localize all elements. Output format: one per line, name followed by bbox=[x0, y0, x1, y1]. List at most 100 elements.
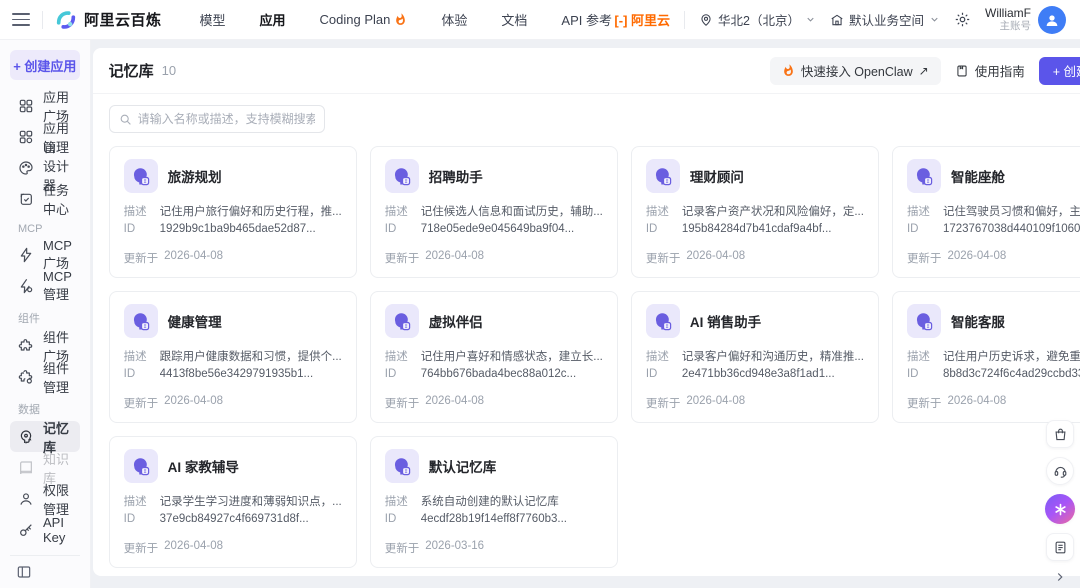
sidebar-item-permission[interactable]: 权限管理 bbox=[10, 483, 80, 517]
memory-card-icon bbox=[645, 304, 680, 338]
id-label: ID bbox=[123, 368, 136, 380]
memory-card[interactable]: 智能客服 描述 记住用户历史诉求，避免重复询问... ID 8b8d3c724f… bbox=[891, 291, 1080, 423]
memory-card-id-row: ID 1929b9c1ba9b465dae52d87... bbox=[124, 221, 342, 238]
memory-card[interactable]: 旅游规划 描述 记住用户旅行偏好和历史行程，推... ID 1929b9c1ba… bbox=[108, 146, 357, 278]
updated-label: 更新于 bbox=[645, 253, 681, 265]
memory-card-title: 虚拟伴侣 bbox=[428, 315, 483, 330]
settings-gear-icon[interactable] bbox=[954, 11, 971, 28]
memory-card-id-row: ID 1723767038d440109f1060f... bbox=[907, 221, 1080, 238]
create-app-button[interactable]: + 创建应用 bbox=[10, 50, 80, 80]
nav-experience[interactable]: 体验 bbox=[441, 10, 467, 29]
sidebar-item-comp-market[interactable]: 组件广场 bbox=[10, 330, 80, 364]
memory-card-desc-row: 描述 记录客户偏好和沟通历史，精准推... bbox=[646, 349, 864, 366]
divider bbox=[684, 10, 686, 29]
memory-card-icon bbox=[123, 159, 158, 193]
lightning-icon bbox=[18, 247, 34, 263]
memory-card-desc: 记住用户历史诉求，避免重复询问... bbox=[942, 351, 1080, 363]
memory-card-desc-row: 描述 跟踪用户健康数据和习惯，提供个... bbox=[124, 349, 342, 366]
gift-bag-icon[interactable] bbox=[1046, 420, 1074, 448]
sidebar-item-task-center[interactable]: 任务中心 bbox=[10, 183, 80, 217]
desc-label: 描述 bbox=[123, 206, 147, 218]
desc-label: 描述 bbox=[645, 206, 669, 218]
region-selector[interactable]: 华北2（北京） bbox=[699, 10, 816, 29]
memory-card[interactable]: 默认记忆库 描述 系统自动创建的默认记忆库 ID 4ecdf28b19f14ef… bbox=[369, 436, 618, 568]
brand-title: 阿里云百炼 bbox=[84, 12, 162, 29]
memory-card-desc: 跟踪用户健康数据和习惯，提供个... bbox=[159, 351, 342, 363]
memory-card-icon bbox=[906, 159, 941, 193]
avatar[interactable] bbox=[1038, 5, 1066, 34]
user-info[interactable]: WilliamF 主账号 bbox=[985, 6, 1031, 33]
memory-card[interactable]: AI 销售助手 描述 记录客户偏好和沟通历史，精准推... ID 2e471bb… bbox=[630, 291, 879, 423]
nav-model[interactable]: 模型 bbox=[200, 10, 226, 29]
memory-card[interactable]: 虚拟伴侣 描述 记住用户喜好和情感状态，建立长... ID 764bb676ba… bbox=[369, 291, 618, 423]
sidebar-item-api-key[interactable]: API Key bbox=[10, 514, 80, 545]
updated-label: 更新于 bbox=[645, 398, 681, 410]
memory-card-desc-row: 描述 记住候选人信息和面试历史，辅助... bbox=[385, 204, 603, 221]
updated-label: 更新于 bbox=[123, 543, 159, 555]
id-label: ID bbox=[384, 513, 397, 525]
updated-label: 更新于 bbox=[906, 398, 942, 410]
feedback-doc-icon[interactable] bbox=[1046, 533, 1074, 561]
grid-manage-icon bbox=[18, 129, 34, 145]
memory-card-title: 招聘助手 bbox=[428, 170, 483, 185]
workspace-selector[interactable]: 默认业务空间 bbox=[830, 10, 940, 29]
chevron-down-icon bbox=[805, 14, 816, 25]
memory-card-updated-date: 2026-04-08 bbox=[164, 540, 223, 552]
memory-card-desc-row: 描述 系统自动创建的默认记忆库 bbox=[385, 494, 603, 511]
sidebar-item-memory[interactable]: 记忆库 bbox=[10, 421, 80, 455]
collapse-sidebar-icon[interactable] bbox=[16, 564, 74, 580]
memory-card[interactable]: 理财顾问 描述 记录客户资产状况和风险偏好，定... ID 195b84284d… bbox=[630, 146, 879, 278]
brand-logo[interactable]: 阿里云百炼 bbox=[55, 9, 162, 31]
memory-card-title: 默认记忆库 bbox=[428, 460, 497, 475]
page-title: 记忆库 bbox=[108, 63, 154, 80]
sidebar-item-app-market[interactable]: 应用广场 bbox=[10, 90, 80, 124]
hamburger-menu-icon[interactable] bbox=[12, 13, 30, 26]
memory-card-updated-date: 2026-04-08 bbox=[686, 250, 746, 262]
flame-icon bbox=[394, 13, 407, 26]
quick-connect-openclaw-button[interactable]: 快速接入 OpenClaw ↗ bbox=[769, 56, 941, 85]
sidebar-item-comp-manage[interactable]: 组件管理 bbox=[10, 361, 80, 395]
collapse-toolbar-icon[interactable] bbox=[1053, 570, 1067, 584]
memory-card-id-row: ID 8b8d3c724f6c4ad29ccbd33... bbox=[907, 366, 1080, 383]
memory-card-id: 764bb676bada4bec88a012c... bbox=[420, 368, 577, 380]
desc-label: 描述 bbox=[384, 351, 408, 363]
divider bbox=[42, 10, 43, 29]
memory-card-id: 1929b9c1ba9b465dae52d87... bbox=[159, 223, 316, 235]
support-headset-icon[interactable] bbox=[1046, 457, 1074, 485]
ai-assistant-sparkle-icon[interactable] bbox=[1045, 494, 1075, 524]
memory-card[interactable]: 招聘助手 描述 记住候选人信息和面试历史，辅助... ID 718e05ede9… bbox=[369, 146, 618, 278]
nav-api-reference[interactable]: API 参考 bbox=[561, 10, 612, 29]
memory-card-desc: 记住驾驶员习惯和偏好，主动调节... bbox=[942, 206, 1080, 218]
memory-card[interactable]: 健康管理 描述 跟踪用户健康数据和习惯，提供个... ID 4413f8be56… bbox=[108, 291, 357, 423]
updated-label: 更新于 bbox=[906, 253, 942, 265]
memory-card-desc-row: 描述 记住用户旅行偏好和历史行程，推... bbox=[124, 204, 342, 221]
memory-card-updated-row: 更新于 2026-04-08 bbox=[907, 250, 1080, 266]
memory-card-updated-row: 更新于 2026-04-08 bbox=[907, 395, 1080, 411]
sidebar-item-mcp-manage[interactable]: MCP 管理 bbox=[10, 269, 80, 302]
updated-label: 更新于 bbox=[384, 253, 420, 265]
usage-guide-button[interactable]: 使用指南 bbox=[955, 61, 1025, 80]
search-icon bbox=[119, 113, 132, 126]
nav-app[interactable]: 应用 bbox=[260, 10, 286, 29]
bailian-logo-icon bbox=[55, 9, 77, 31]
memory-card-updated-date: 2026-04-08 bbox=[164, 250, 223, 262]
sidebar-item-knowledge[interactable]: 知识库 bbox=[10, 452, 80, 486]
search-input[interactable] bbox=[137, 112, 315, 126]
memory-card[interactable]: 智能座舱 描述 记住驾驶员习惯和偏好，主动调节... ID 1723767038… bbox=[891, 146, 1080, 278]
search-box[interactable] bbox=[108, 105, 325, 133]
memory-card[interactable]: AI 家教辅导 描述 记录学生学习进度和薄弱知识点，... ID 37e9cb8… bbox=[108, 436, 357, 568]
id-label: ID bbox=[384, 368, 397, 380]
nav-coding-plan[interactable]: Coding Plan bbox=[320, 12, 408, 27]
main-nav: 模型 应用 Coding Plan 体验 文档 API 参考 bbox=[200, 10, 612, 29]
external-link-icon: ↗ bbox=[918, 63, 929, 78]
puzzle-gear-icon bbox=[18, 369, 34, 385]
list-toolbar bbox=[93, 94, 1080, 140]
sidebar-item-ui-designer[interactable]: UI 设计器 bbox=[10, 141, 80, 193]
updated-label: 更新于 bbox=[384, 543, 420, 555]
nav-docs[interactable]: 文档 bbox=[501, 10, 527, 29]
create-memory-button[interactable]: + 创建记忆库 bbox=[1038, 56, 1080, 85]
aliyun-logo[interactable]: [-] 阿里云 bbox=[614, 10, 670, 29]
memory-card-desc: 记住用户旅行偏好和历史行程，推... bbox=[159, 206, 342, 218]
sidebar-item-mcp-market[interactable]: MCP 广场 bbox=[10, 238, 80, 271]
flame-icon bbox=[782, 64, 795, 77]
